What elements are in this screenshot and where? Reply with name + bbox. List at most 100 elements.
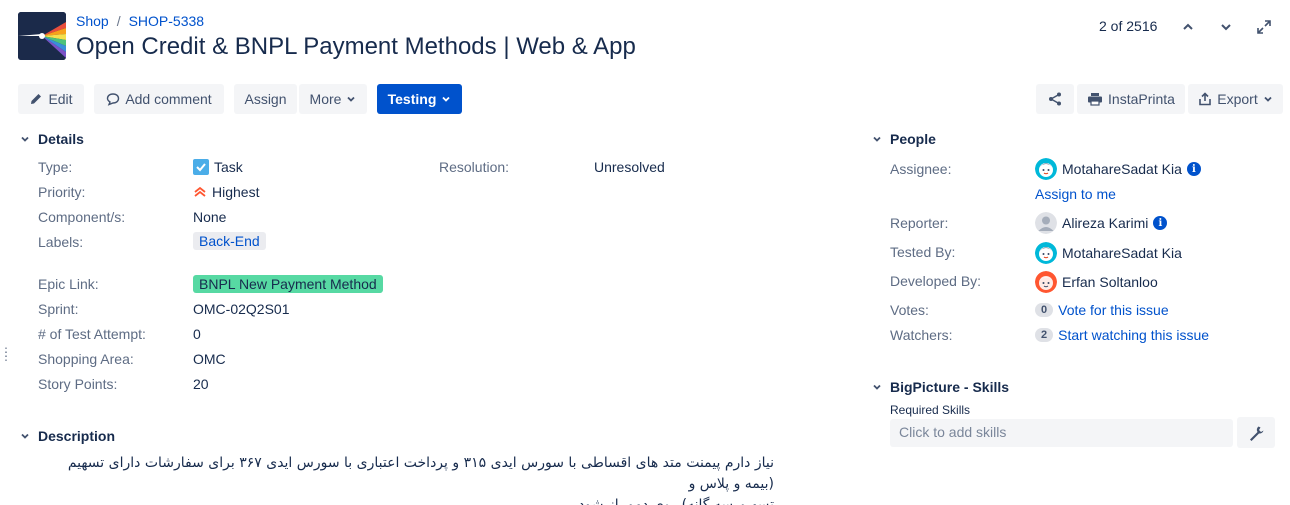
label-tag[interactable]: Back-End [193,232,266,250]
description-line: تسهیم سه گانه) روی دمو باز شود. [573,497,774,505]
test-attempt-label: # of Test Attempt: [38,326,146,342]
add-comment-button[interactable]: Add comment [94,84,224,114]
story-points-label: Story Points: [38,376,118,392]
developed-by-name: Erfan Soltanloo [1062,274,1158,290]
bigpicture-heading: BigPicture - Skills [890,379,1010,395]
edit-button-label: Edit [48,91,73,107]
info-icon[interactable]: i [1153,216,1168,230]
export-button[interactable]: Export [1188,84,1283,114]
assign-to-me-link[interactable]: Assign to me [1035,186,1116,202]
avatar [1035,158,1057,180]
type-value: Task [193,159,243,175]
reporter-label: Reporter: [890,215,949,231]
project-logo[interactable] [18,12,66,60]
breadcrumb-project-link[interactable]: Shop [76,13,109,29]
chevron-down-icon [18,429,32,443]
drag-handle[interactable]: ⋮ ⋮ [0,346,12,362]
bigpicture-section-toggle[interactable]: BigPicture - Skills [870,379,1009,395]
description-section-toggle[interactable]: Description [18,428,115,444]
watch-link[interactable]: Start watching this issue [1058,327,1209,343]
breadcrumb: Shop / SHOP-5338 [76,13,204,29]
breadcrumb-separator: / [116,13,121,29]
votes-count-badge: 0 [1035,303,1054,317]
priority-label: Priority: [38,184,86,200]
share-icon [1049,92,1061,106]
avatar [1035,271,1057,293]
watchers-count-badge: 2 [1035,328,1054,342]
shopping-area-label: Shopping Area: [38,351,134,367]
people-heading: People [890,131,936,147]
export-button-label: Export [1217,91,1258,107]
sprint-label: Sprint: [38,301,79,317]
story-points-value: 20 [193,376,209,392]
chevron-up-icon[interactable] [1177,16,1199,38]
priority-value-text: Highest [212,184,260,200]
tested-by-name: MotahareSadat Kia [1062,245,1182,261]
instaprinta-button[interactable]: InstaPrinta [1077,84,1185,114]
test-attempt-value: 0 [193,326,201,342]
type-label: Type: [38,159,73,175]
status-transition-button[interactable]: Testing [377,84,462,114]
reporter-value[interactable]: Alireza Karimi i [1035,212,1168,234]
skills-settings-button[interactable] [1237,417,1275,448]
chevron-down-icon[interactable] [1215,16,1237,38]
required-skills-label: Required Skills [890,403,971,417]
breadcrumb-issue-link[interactable]: SHOP-5338 [129,13,204,29]
labels-value: Back-End [193,232,266,250]
skills-input[interactable]: Click to add skills [890,419,1233,447]
watchers-label: Watchers: [890,327,953,343]
chevron-down-icon [1264,96,1272,102]
epic-link-label: Epic Link: [38,276,99,292]
assignee-value[interactable]: MotahareSadat Kia i [1035,158,1201,180]
votes-label: Votes: [890,302,929,318]
votes-value: 0 Vote for this issue [1035,302,1169,318]
type-value-text: Task [214,159,243,175]
assign-button[interactable]: Assign [234,84,297,114]
avatar [1035,242,1057,264]
pencil-icon [31,94,42,104]
description-heading: Description [38,428,116,444]
reporter-name: Alireza Karimi [1062,215,1149,231]
people-section-toggle[interactable]: People [870,131,936,147]
edit-button[interactable]: Edit [18,84,84,114]
sprint-value: OMC-02Q2S01 [193,301,290,317]
developed-by-label: Developed By: [890,273,982,289]
page-title: Open Credit & BNPL Payment Methods | Web… [76,33,636,60]
vote-link[interactable]: Vote for this issue [1058,302,1169,318]
epic-link-tag[interactable]: BNPL New Payment Method [193,275,383,293]
component-value: None [193,209,227,225]
priority-value: Highest [193,184,259,200]
avatar [1035,212,1057,234]
comment-icon [107,93,120,106]
chevron-down-icon [442,96,451,102]
instaprinta-button-label: InstaPrinta [1108,91,1175,107]
info-icon[interactable]: i [1186,162,1201,176]
tested-by-label: Tested By: [890,244,956,260]
wrench-icon [1250,426,1264,441]
tested-by-value[interactable]: MotahareSadat Kia [1035,242,1182,264]
more-button[interactable]: More [299,84,367,114]
chevron-down-icon [347,96,356,102]
watchers-value: 2 Start watching this issue [1035,327,1209,343]
export-icon [1199,92,1212,106]
expand-icon[interactable] [1253,16,1275,38]
add-comment-button-label: Add comment [125,91,212,107]
description-line: نیاز دارم پیمنت متد های اقساطی با سورس ا… [67,455,774,492]
shopping-area-value: OMC [193,351,226,367]
labels-label: Labels: [38,234,84,250]
developed-by-value[interactable]: Erfan Soltanloo [1035,271,1158,293]
issue-pager-count: 2 of 2516 [1099,18,1158,34]
component-label: Component/s: [38,209,126,225]
printer-icon [1088,93,1103,106]
assignee-name: MotahareSadat Kia [1062,161,1182,177]
description-body[interactable]: نیاز دارم پیمنت متد های اقساطی با سورس ا… [38,453,774,505]
details-heading: Details [38,131,84,147]
more-button-label: More [309,91,342,107]
task-checkbox-icon [193,159,209,175]
resolution-value: Unresolved [594,159,665,175]
assign-button-label: Assign [244,91,287,107]
details-section-toggle[interactable]: Details [18,131,84,147]
assignee-label: Assignee: [890,161,952,177]
status-label: Testing [387,91,437,107]
share-button[interactable] [1036,84,1074,114]
